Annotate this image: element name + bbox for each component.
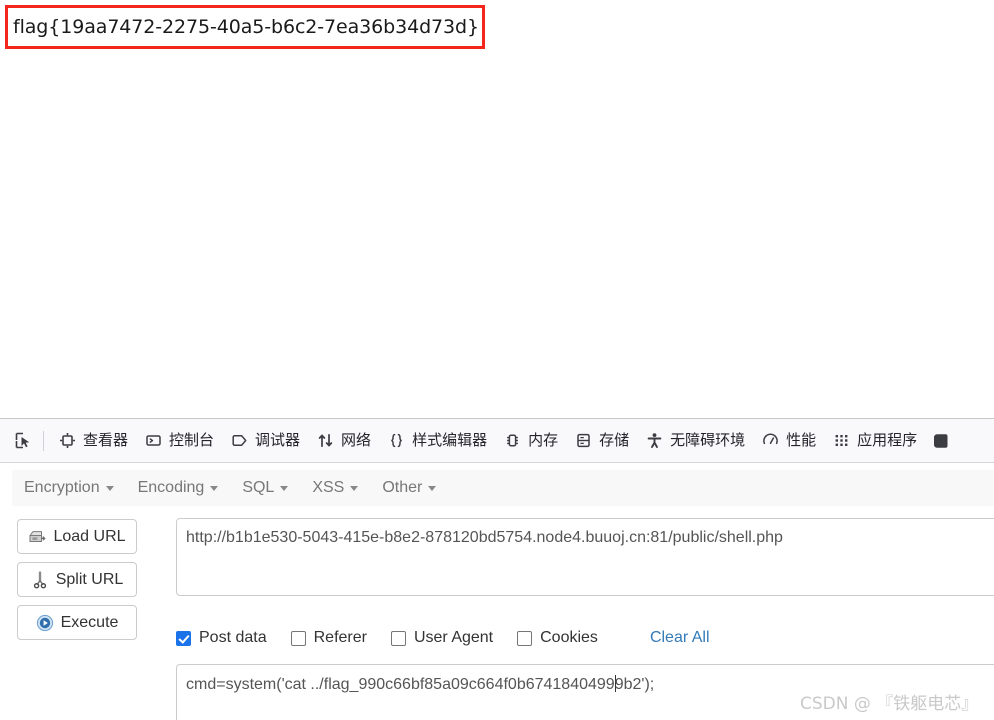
checkbox-user-agent[interactable]: User Agent [390,629,494,646]
chevron-down-icon [280,485,289,491]
hackbar-menu-label: XSS [312,479,345,496]
flag-text: flag{19aa7472-2275-40a5-b6c2-7ea36b34d73… [13,16,479,38]
chevron-down-icon [210,485,219,491]
storage-icon [574,431,593,450]
devtools-tab-label: 存储 [599,431,630,449]
url-input-value: http://b1b1e530-5043-415e-b8e2-878120bd5… [186,529,783,546]
hackbar-menu-encryption[interactable]: Encryption [24,479,114,497]
devtools-tab-label: 应用程序 [857,431,918,449]
url-input[interactable]: http://b1b1e530-5043-415e-b8e2-878120bd5… [176,518,994,596]
hackbar-menu-label: SQL [242,479,275,496]
load-url-button-label: Load URL [53,527,126,545]
hackbar-menu-other[interactable]: Other [382,479,437,497]
hackbar-menu-label: Encryption [24,479,100,496]
memory-icon [503,431,522,450]
devtools-tab-label: 查看器 [83,431,129,449]
devtools-tab-performance[interactable]: 性能 [754,426,823,456]
devtools-tab-console[interactable]: 控制台 [137,426,221,456]
flag-highlight-box: flag{19aa7472-2275-40a5-b6c2-7ea36b34d73… [5,5,485,49]
chevron-down-icon [105,485,114,491]
execute-button-label: Execute [60,613,119,631]
toolbar-divider [43,430,44,451]
accessibility-icon [645,431,664,450]
devtools-tab-network[interactable]: 网络 [309,426,378,456]
devtools-tabbar: 查看器 控制台 调试器 网络 样式编辑器 内存 存储 无障碍环境 性能 应用程序 [0,419,994,463]
post-data-value: cmd=system('cat ../flag_990c66bf85a09c66… [186,675,654,694]
element-picker-button[interactable] [6,426,40,456]
chevron-down-icon [350,485,359,491]
hackbar-action-buttons: Load URL Split URL Execute [17,519,139,648]
checkbox-label: Referer [313,629,367,646]
checkbox-cookies[interactable]: Cookies [517,630,598,646]
load-url-button[interactable]: Load URL [17,519,137,554]
devtools-tab-inspector[interactable]: 查看器 [51,426,135,456]
style-editor-icon [387,431,406,450]
checkbox-label: Post data [199,629,267,646]
performance-icon [761,431,780,450]
devtools-tab-debugger[interactable]: 调试器 [223,426,307,456]
csdn-watermark: CSDN @ 『铁躯电芯』 [800,694,979,714]
hackbar-menu-sql[interactable]: SQL [242,479,289,497]
devtools-tab-label: 调试器 [255,431,301,449]
devtools-tab-style-editor[interactable]: 样式编辑器 [380,426,494,456]
devtools-tab-accessibility[interactable]: 无障碍环境 [638,426,752,456]
checkbox-box [176,630,191,646]
devtools-tab-label: 内存 [528,431,559,449]
execute-button[interactable]: Execute [17,605,137,640]
scissors-icon [31,570,49,589]
checkbox-box [517,630,533,646]
devtools-tab-memory[interactable]: 内存 [496,426,565,456]
checkbox-label: Cookies [540,629,598,646]
hackbar-menu-label: Encoding [137,479,205,496]
devtools-tab-label: 无障碍环境 [670,431,746,449]
checkbox-box [390,630,406,646]
checkbox-box [290,630,306,646]
network-icon [316,431,335,450]
hackbar-menu-encoding[interactable]: Encoding [138,479,219,497]
inspector-icon [58,431,77,450]
split-url-button-label: Split URL [55,570,124,588]
browser-page-viewport: flag{19aa7472-2275-40a5-b6c2-7ea36b34d73… [0,0,994,418]
checkbox-referer[interactable]: Referer [290,629,367,646]
play-circle-icon [36,614,54,632]
split-url-button[interactable]: Split URL [17,562,137,597]
post-data-after-caret: 9b2'); [614,676,655,693]
debugger-icon [230,431,249,450]
load-url-icon [28,528,46,546]
checkbox-post-data[interactable]: Post data [176,630,267,646]
console-icon [144,431,163,450]
clear-all-link[interactable]: Clear All [650,629,710,647]
checkbox-label: User Agent [413,629,494,646]
chevron-down-icon [428,485,437,491]
element-picker-icon [15,432,29,449]
hackbar-menubar: Encryption Encoding SQL XSS Other [12,470,994,506]
post-data-before-caret: cmd=system('cat ../flag_990c66bf85a09c66… [186,676,615,693]
screen-root: flag{19aa7472-2275-40a5-b6c2-7ea36b34d73… [0,0,994,720]
application-icon [832,431,851,450]
devtools-tab-label: 样式编辑器 [412,431,488,449]
hackbar-menu-label: Other [382,479,423,496]
hackbar-options-row: Post data Referer User Agent Cookies Cle… [176,626,710,650]
devtools-tab-storage[interactable]: 存储 [567,426,636,456]
devtools-overflow-icon[interactable] [928,428,948,454]
devtools-tab-application[interactable]: 应用程序 [825,426,924,456]
devtools-tab-label: 网络 [341,431,372,449]
devtools-tab-label: 性能 [786,431,817,449]
hackbar-menu-xss[interactable]: XSS [312,479,359,497]
devtools-tab-label: 控制台 [169,431,215,449]
